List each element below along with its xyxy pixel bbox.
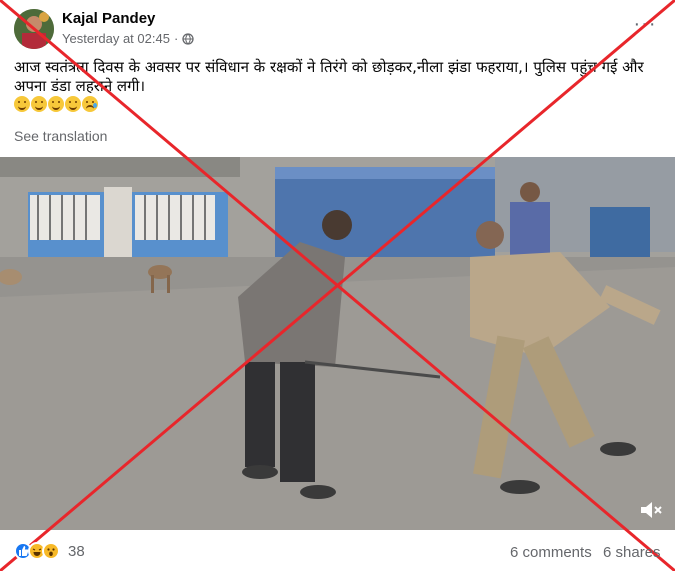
smiling-face-icon <box>65 96 81 112</box>
comments-count-link[interactable]: 6 comments <box>510 544 592 561</box>
author-name[interactable]: Kajal Pandey <box>62 10 155 27</box>
smiling-face-icon <box>31 96 47 112</box>
globe-icon <box>182 32 194 45</box>
reaction-count: 38 <box>68 542 85 560</box>
speaker-muted-icon[interactable] <box>638 499 664 521</box>
meta-separator: · <box>173 31 179 46</box>
shares-count-link[interactable]: 6 shares <box>603 544 661 561</box>
video-player[interactable] <box>0 157 675 530</box>
more-options-icon[interactable]: ··· <box>633 14 657 34</box>
smiling-face-icon <box>48 96 64 112</box>
see-translation-link[interactable]: See translation <box>14 128 107 144</box>
smiling-face-icon <box>14 96 30 112</box>
sad-tear-face-icon <box>82 96 98 112</box>
video-frame <box>0 157 675 530</box>
reactions-summary[interactable]: 38 <box>14 542 85 560</box>
post-emojis <box>14 96 98 112</box>
author-avatar[interactable] <box>14 9 54 49</box>
wow-icon <box>42 542 60 560</box>
post-header: Kajal Pandey Yesterday at 02:45 · ··· <box>0 0 675 56</box>
timestamp[interactable]: Yesterday at 02:45 <box>62 31 170 46</box>
post-footer: 38 6 comments 6 shares <box>0 534 675 571</box>
post-meta: Yesterday at 02:45 · <box>62 31 194 46</box>
post-text: आज स्वतंत्रता दिवस के अवसर पर संविधान के… <box>14 58 644 95</box>
